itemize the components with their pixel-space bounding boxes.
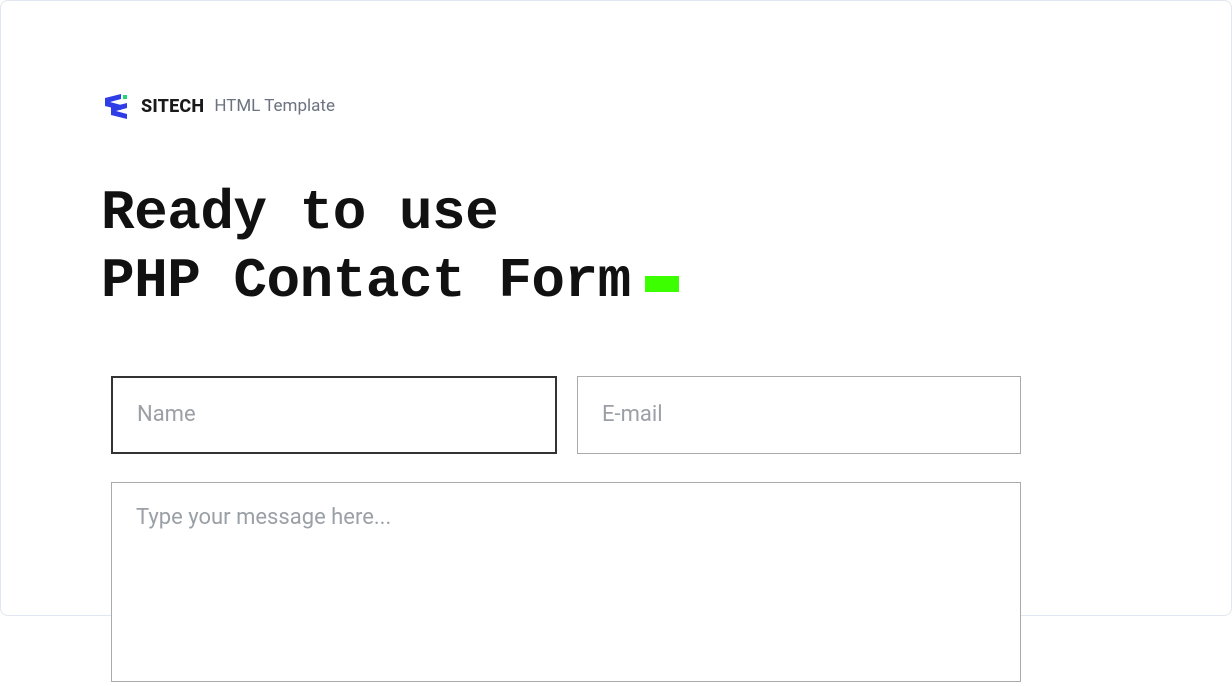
message-textarea[interactable] [111,482,1021,682]
page-headline: Ready to use PHP Contact Form [101,179,1131,316]
brand-logo-icon [101,91,131,121]
name-input[interactable] [111,376,557,454]
email-input[interactable] [577,376,1021,454]
brand-name: SITECH [141,96,204,117]
form-row-top [101,376,1131,454]
headline-line-2: PHP Contact Form [101,249,631,313]
brand-subtitle: HTML Template [214,96,335,116]
cursor-accent-icon [645,276,679,292]
form-row-message [101,482,1131,686]
brand-row: SITECH HTML Template [101,91,1131,121]
headline-line-1: Ready to use [101,181,498,245]
content-area: SITECH HTML Template Ready to use PHP Co… [1,1,1231,686]
